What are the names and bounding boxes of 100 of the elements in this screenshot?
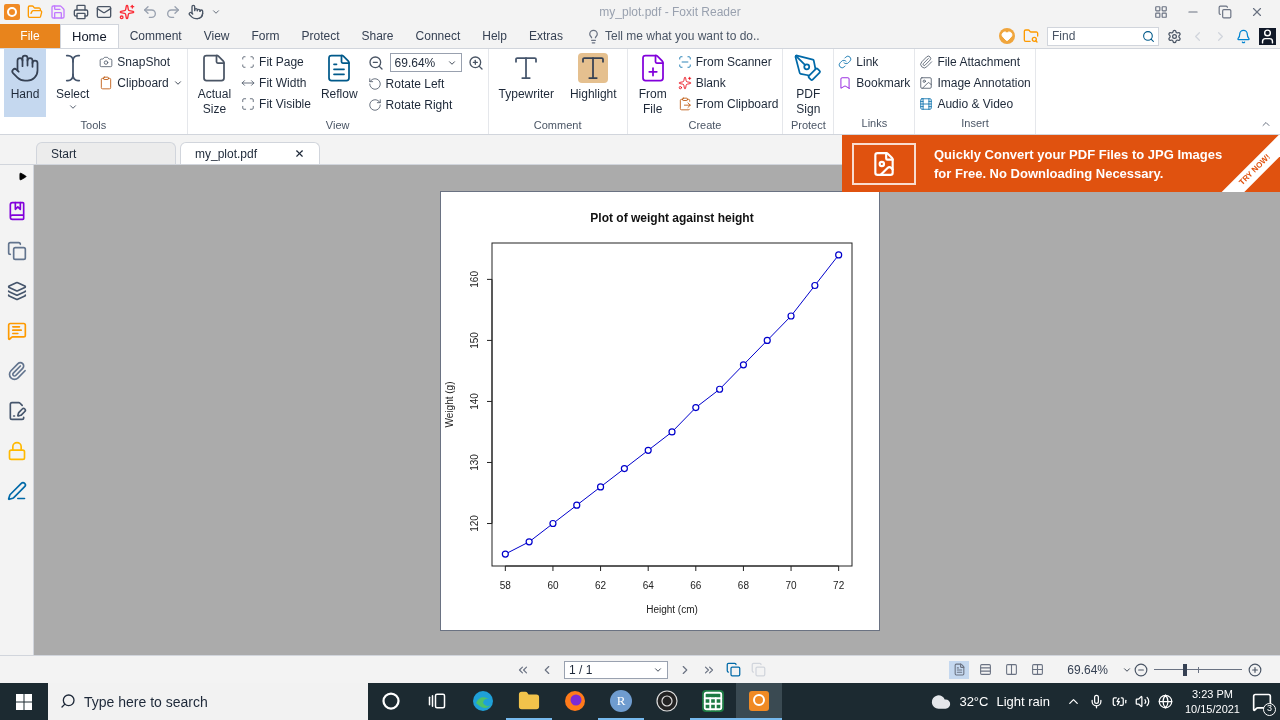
- close-icon[interactable]: [294, 148, 305, 159]
- highlight-icon: [578, 53, 609, 83]
- data-point: [810, 281, 818, 290]
- temperature: 32°C: [959, 692, 989, 711]
- rotate-left-icon: [367, 77, 382, 91]
- ribbon-button[interactable]: From Scanner: [677, 53, 779, 71]
- film-icon: [919, 97, 934, 111]
- tick-label: 120: [468, 515, 480, 532]
- ribbon-button[interactable]: Hand: [4, 49, 46, 117]
- full-screen-icon[interactable]: [1154, 5, 1168, 19]
- layers-icon[interactable]: [6, 281, 27, 301]
- settings-icon[interactable]: [1167, 28, 1182, 44]
- zoom-field[interactable]: 69.64%: [389, 53, 462, 72]
- ribbon-button[interactable]: Link: [838, 53, 911, 71]
- volume-icon[interactable]: [1134, 694, 1150, 709]
- new-icon[interactable]: [119, 4, 135, 20]
- email-icon[interactable]: [96, 4, 112, 20]
- tick-label: 140: [468, 393, 480, 410]
- pdf-reader-icon: [748, 689, 770, 712]
- pen-icon[interactable]: [6, 481, 27, 501]
- zoom-value: 69.64%: [394, 54, 436, 72]
- bell-icon[interactable]: [1236, 28, 1251, 44]
- ribbon-button[interactable]: Select: [50, 49, 96, 117]
- search-icon: [1142, 29, 1155, 43]
- ribbon-tab[interactable]: Help: [471, 24, 518, 48]
- zoom-out-icon[interactable]: [367, 54, 384, 71]
- hand-icon[interactable]: [188, 4, 204, 20]
- recorder-icon: [656, 689, 678, 712]
- ribbon-button[interactable]: Fit Page: [241, 53, 311, 71]
- ribbon-tab[interactable]: Comment: [118, 24, 193, 48]
- ribbon-button[interactable]: Actual Size: [191, 49, 238, 117]
- ribbon-tab[interactable]: Share: [350, 24, 405, 48]
- chart-title: Plot of weight against height: [589, 211, 754, 225]
- ribbon-button[interactable]: Typewriter: [492, 49, 560, 117]
- tell-me-field[interactable]: Tell me what you want to do..: [604, 27, 865, 45]
- start-icon[interactable]: [16, 693, 32, 710]
- tick-label: 130: [468, 454, 480, 471]
- data-point: [525, 538, 533, 546]
- view-mode-icon: [978, 663, 992, 676]
- slider-thumb[interactable]: [1182, 663, 1187, 676]
- network-icon[interactable]: [1157, 694, 1173, 709]
- data-point: [667, 428, 676, 436]
- taskbar-search-field[interactable]: Type here to search: [48, 683, 368, 720]
- ribbon-button[interactable]: Fit Width: [241, 74, 311, 92]
- ribbon-button[interactable]: Rotate Left: [367, 75, 484, 93]
- ribbon-tab[interactable]: Protect: [290, 24, 351, 48]
- pages-icon[interactable]: [6, 241, 27, 261]
- ribbon-button[interactable]: SnapShot: [99, 53, 183, 71]
- data-point: [786, 312, 795, 320]
- ribbon-button[interactable]: Audio & Video: [919, 95, 1031, 113]
- taskbar-app[interactable]: [736, 683, 782, 720]
- zoom-value: 69.64%: [1067, 661, 1108, 679]
- notification-count: 3: [1263, 702, 1276, 716]
- ribbon-button[interactable]: Blank: [677, 74, 779, 92]
- ribbon-tab[interactable]: Home: [60, 24, 119, 48]
- caret-icon: [67, 102, 78, 112]
- ribbon-button[interactable]: File Attachment: [919, 53, 1031, 71]
- zoom-in-icon[interactable]: [467, 54, 484, 71]
- zoom-in-icon[interactable]: [1248, 662, 1262, 677]
- document-tab[interactable]: Start: [36, 142, 176, 164]
- print-icon[interactable]: [73, 4, 89, 20]
- ribbon-button[interactable]: Rotate Right: [367, 96, 484, 114]
- microphone-icon[interactable]: [1088, 694, 1104, 709]
- ribbon-button[interactable]: From File: [631, 49, 674, 117]
- ribbon-button[interactable]: Fit Visible: [241, 95, 311, 113]
- expand-panel-icon[interactable]: [18, 172, 27, 181]
- ribbon-tab[interactable]: Connect: [404, 24, 472, 48]
- cortana-icon: [382, 691, 400, 710]
- ribbon-tab[interactable]: Form: [240, 24, 291, 48]
- ribbon-button[interactable]: Highlight: [563, 49, 623, 117]
- zoom-out-icon[interactable]: [1134, 662, 1148, 677]
- data-point: [548, 519, 557, 528]
- ribbon-tab[interactable]: Extras: [517, 24, 574, 48]
- paperclip-icon[interactable]: [6, 361, 27, 381]
- ribbon-tab[interactable]: View: [192, 24, 241, 48]
- group-label: Tools: [79, 118, 108, 133]
- tab-label: my_plot.pdf: [195, 145, 258, 163]
- task-view-icon: [428, 691, 446, 710]
- ribbon-button[interactable]: From Clipboard: [677, 95, 779, 113]
- find-field[interactable]: Find: [1047, 26, 1159, 46]
- scanner-icon: [677, 55, 692, 69]
- ribbon-button[interactable]: Clipboard: [99, 74, 183, 92]
- zoom-slider[interactable]: [1154, 663, 1242, 676]
- document-tab[interactable]: my_plot.pdf: [180, 142, 320, 164]
- tick-label: 58: [499, 580, 511, 591]
- tick-label: 70: [785, 580, 797, 591]
- ribbon-button[interactable]: Reflow: [314, 49, 364, 117]
- x-axis-label: Height (cm): [645, 604, 698, 615]
- tick-label: 64: [642, 580, 654, 591]
- tick-label: 66: [689, 580, 701, 591]
- ribbon-button[interactable]: Image Annotation: [919, 74, 1031, 92]
- view-mode-button[interactable]: [949, 660, 970, 679]
- ribbon-button[interactable]: Bookmark: [838, 74, 911, 92]
- restore-icon[interactable]: [1218, 5, 1232, 19]
- page-field[interactable]: 1 / 1: [564, 660, 668, 679]
- avatar-icon[interactable]: [1259, 27, 1276, 45]
- battery-icon[interactable]: [1111, 694, 1127, 709]
- clock-time: 3:23 PM: [1192, 686, 1233, 702]
- customize-icon[interactable]: [211, 7, 221, 17]
- ribbon-button[interactable]: PDF Sign: [787, 49, 830, 117]
